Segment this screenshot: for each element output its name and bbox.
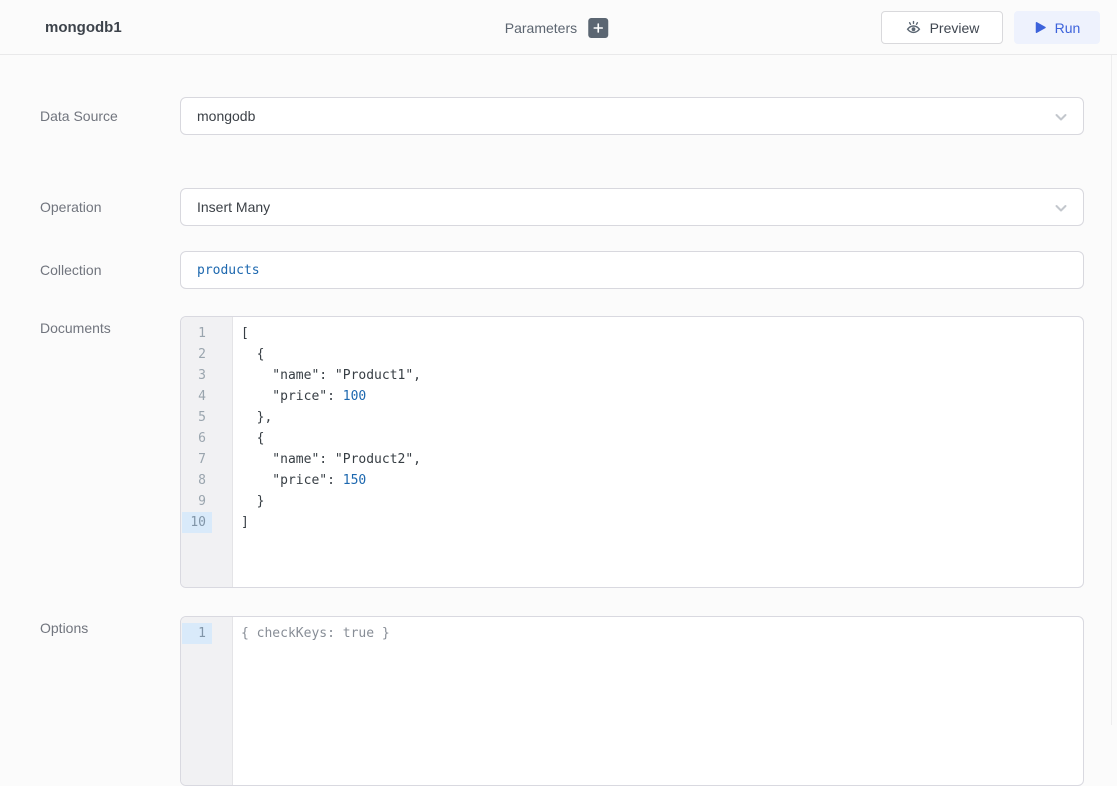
line-number: 4	[182, 386, 212, 407]
chevron-down-icon	[1053, 109, 1069, 125]
line-number: 1	[182, 323, 212, 344]
code-line: [	[241, 323, 1083, 344]
code-line: "price": 150	[241, 470, 1083, 491]
code-line: "price": 100	[241, 386, 1083, 407]
preview-button-label: Preview	[930, 20, 980, 36]
line-number-gutter: 1	[181, 617, 233, 785]
line-number: 6	[182, 428, 212, 449]
line-number-gutter: 12345678910	[181, 317, 233, 587]
add-parameter-button[interactable]	[588, 18, 608, 38]
content-right-border	[1111, 55, 1112, 725]
options-label: Options	[40, 620, 88, 636]
collection-label: Collection	[40, 262, 101, 278]
parameters-label: Parameters	[505, 20, 577, 36]
collection-value: products	[197, 263, 260, 278]
chevron-down-icon	[1053, 200, 1069, 216]
code-line: ]	[241, 512, 1083, 533]
parameters-section: Parameters	[505, 0, 608, 55]
line-number: 5	[182, 407, 212, 428]
code-area[interactable]: [ { "name": "Product1", "price": 100 }, …	[233, 317, 1083, 587]
line-number: 7	[182, 449, 212, 470]
line-number: 2	[182, 344, 212, 365]
collection-input[interactable]: products	[180, 251, 1084, 289]
documents-label: Documents	[40, 320, 111, 336]
line-number: 1	[182, 623, 212, 644]
documents-editor[interactable]: 12345678910 [ { "name": "Product1", "pri…	[180, 316, 1084, 588]
code-line: "name": "Product1",	[241, 365, 1083, 386]
line-number: 10	[182, 512, 212, 533]
query-title: mongodb1	[45, 19, 122, 36]
line-number: 8	[182, 470, 212, 491]
operation-select[interactable]: Insert Many	[180, 188, 1084, 226]
operation-value: Insert Many	[197, 199, 270, 215]
eye-icon	[905, 19, 922, 36]
code-line: }	[241, 491, 1083, 512]
code-line: {	[241, 344, 1083, 365]
code-area[interactable]: { checkKeys: true }	[233, 617, 1083, 785]
data-source-value: mongodb	[197, 108, 255, 124]
code-line: "name": "Product2",	[241, 449, 1083, 470]
run-button[interactable]: Run	[1014, 11, 1100, 44]
code-line: {	[241, 428, 1083, 449]
header: mongodb1 Parameters Preview	[0, 0, 1117, 55]
code-line: },	[241, 407, 1083, 428]
run-button-label: Run	[1055, 20, 1081, 36]
data-source-label: Data Source	[40, 108, 118, 124]
operation-label: Operation	[40, 199, 101, 215]
plus-icon	[592, 22, 604, 34]
code-line: { checkKeys: true }	[241, 623, 1083, 644]
header-actions: Preview Run	[881, 11, 1100, 44]
data-source-select[interactable]: mongodb	[180, 97, 1084, 135]
line-number: 9	[182, 491, 212, 512]
play-icon	[1034, 21, 1047, 34]
line-number: 3	[182, 365, 212, 386]
options-editor[interactable]: 1 { checkKeys: true }	[180, 616, 1084, 786]
preview-button[interactable]: Preview	[881, 11, 1003, 44]
